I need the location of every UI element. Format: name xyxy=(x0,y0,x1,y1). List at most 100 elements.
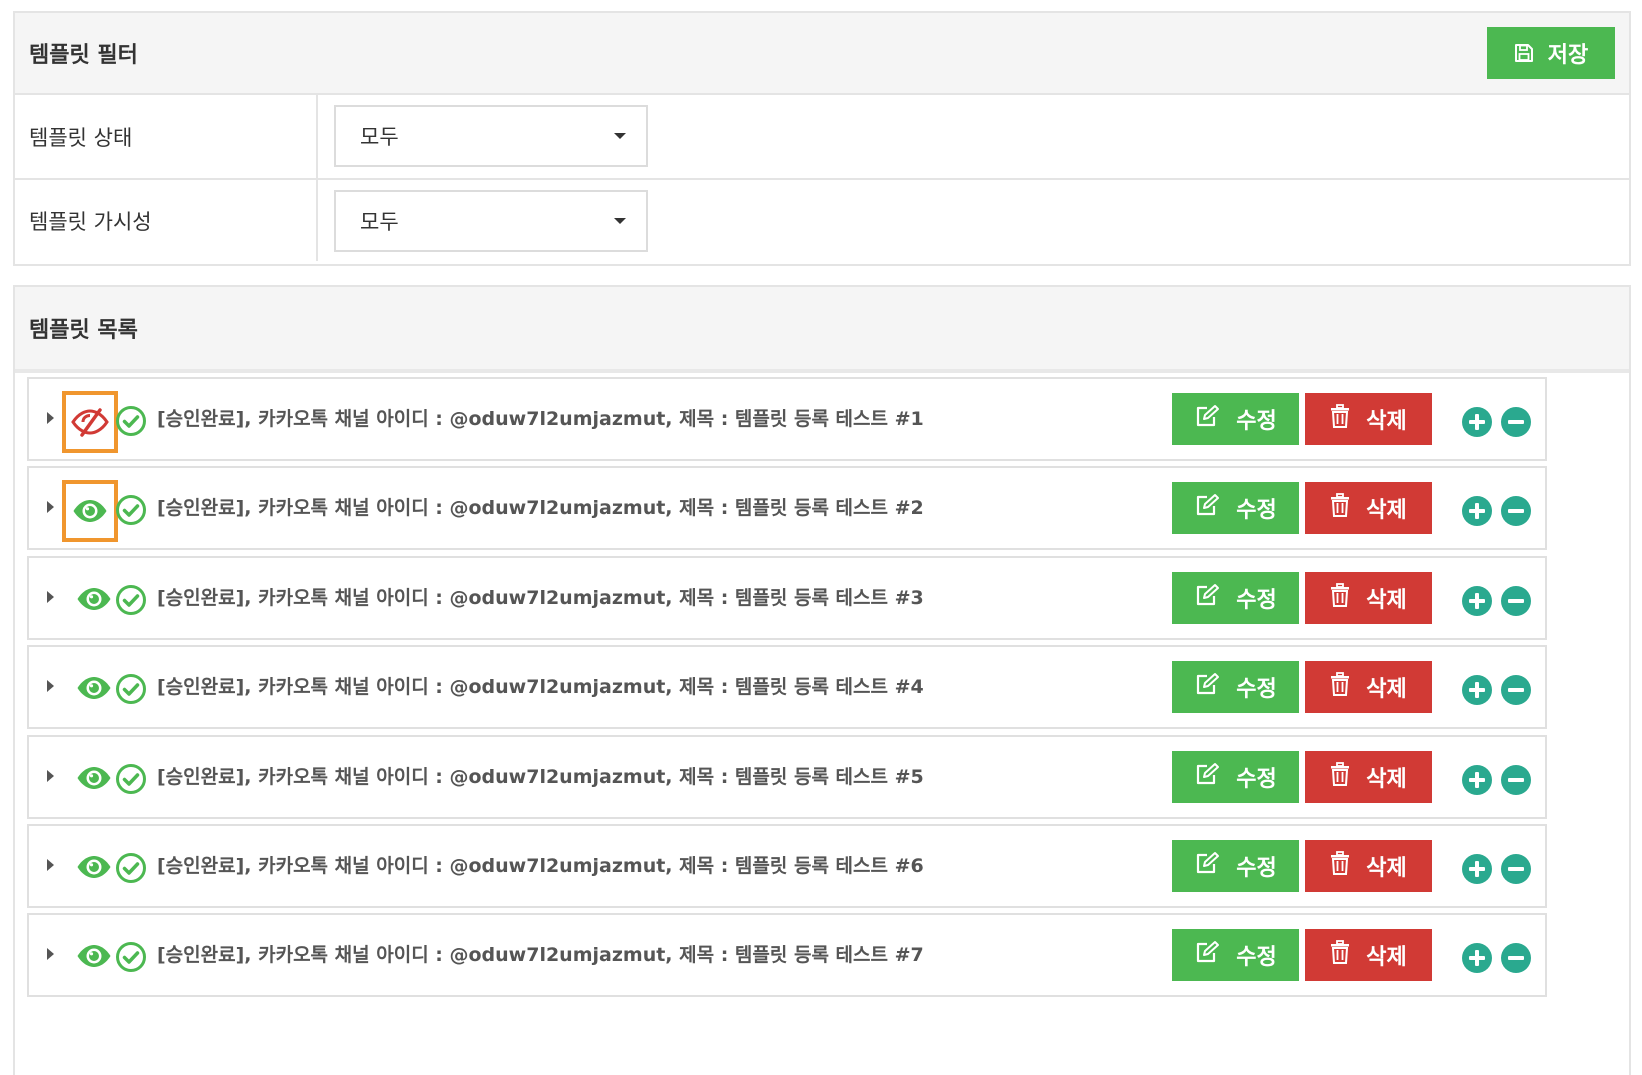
trash-icon xyxy=(1330,940,1350,970)
delete-button-label: 삭제 xyxy=(1366,945,1407,970)
delete-button[interactable]: 삭제 xyxy=(1305,482,1432,534)
plus-circle-icon[interactable] xyxy=(1462,943,1492,973)
filter-row-visibility: 템플릿 가시성 모두 xyxy=(15,178,1629,261)
edit-button[interactable]: 수정 xyxy=(1172,572,1299,624)
eye-icon[interactable] xyxy=(71,580,117,618)
check-circle-icon xyxy=(115,763,147,795)
edit-button[interactable]: 수정 xyxy=(1172,751,1299,803)
edit-button-label: 수정 xyxy=(1236,677,1277,702)
edit-button-label: 수정 xyxy=(1236,409,1277,434)
trash-icon xyxy=(1330,762,1350,792)
edit-button-label: 수정 xyxy=(1236,498,1277,523)
eye-icon[interactable] xyxy=(71,937,117,975)
minus-circle-icon[interactable] xyxy=(1501,496,1531,526)
expand-arrow-icon[interactable] xyxy=(47,412,54,424)
delete-button-label: 삭제 xyxy=(1366,498,1407,523)
trash-icon xyxy=(1330,583,1350,613)
delete-button[interactable]: 삭제 xyxy=(1305,572,1432,624)
trash-icon xyxy=(1330,672,1350,702)
check-circle-icon xyxy=(115,941,147,973)
expand-arrow-icon[interactable] xyxy=(47,948,54,960)
edit-icon xyxy=(1194,583,1220,613)
list-header: 템플릿 목록 xyxy=(15,287,1629,373)
edit-button[interactable]: 수정 xyxy=(1172,840,1299,892)
edit-icon xyxy=(1194,940,1220,970)
delete-button[interactable]: 삭제 xyxy=(1305,393,1432,445)
status-select[interactable]: 모두 xyxy=(334,105,648,167)
template-title: [승인완료], 카카오톡 채널 아이디 : @oduw7l2umjazmut, … xyxy=(157,855,924,877)
minus-circle-icon[interactable] xyxy=(1501,586,1531,616)
expand-arrow-icon[interactable] xyxy=(47,859,54,871)
minus-circle-icon[interactable] xyxy=(1501,407,1531,437)
check-circle-icon xyxy=(115,405,147,437)
edit-button-label: 수정 xyxy=(1236,588,1277,613)
check-circle-icon xyxy=(115,852,147,884)
template-row: [승인완료], 카카오톡 채널 아이디 : @oduw7l2umjazmut, … xyxy=(27,556,1547,640)
delete-button[interactable]: 삭제 xyxy=(1305,840,1432,892)
edit-button[interactable]: 수정 xyxy=(1172,929,1299,981)
eye-slash-icon[interactable] xyxy=(62,391,118,453)
save-button[interactable]: 저장 xyxy=(1487,27,1615,79)
caret-down-icon xyxy=(614,133,626,139)
filter-header: 템플릿 필터 저장 xyxy=(15,13,1629,95)
plus-circle-icon[interactable] xyxy=(1462,675,1492,705)
filter-title: 템플릿 필터 xyxy=(29,43,138,68)
template-title: [승인완료], 카카오톡 채널 아이디 : @oduw7l2umjazmut, … xyxy=(157,497,924,519)
check-circle-icon xyxy=(115,673,147,705)
template-title: [승인완료], 카카오톡 채널 아이디 : @oduw7l2umjazmut, … xyxy=(157,944,924,966)
delete-button[interactable]: 삭제 xyxy=(1305,751,1432,803)
minus-circle-icon[interactable] xyxy=(1501,675,1531,705)
template-title: [승인완료], 카카오톡 채널 아이디 : @oduw7l2umjazmut, … xyxy=(157,766,924,788)
minus-circle-icon[interactable] xyxy=(1501,765,1531,795)
edit-icon xyxy=(1194,762,1220,792)
status-select-value: 모두 xyxy=(360,125,399,149)
edit-button-label: 수정 xyxy=(1236,767,1277,792)
minus-circle-icon[interactable] xyxy=(1501,943,1531,973)
template-row: [승인완료], 카카오톡 채널 아이디 : @oduw7l2umjazmut, … xyxy=(27,645,1547,729)
save-button-label: 저장 xyxy=(1547,43,1589,68)
delete-button-label: 삭제 xyxy=(1366,677,1407,702)
edit-button-label: 수정 xyxy=(1236,856,1277,881)
delete-button-label: 삭제 xyxy=(1366,856,1407,881)
trash-icon xyxy=(1330,851,1350,881)
template-row: [승인완료], 카카오톡 채널 아이디 : @oduw7l2umjazmut, … xyxy=(27,824,1547,908)
expand-arrow-icon[interactable] xyxy=(47,501,54,513)
eye-icon[interactable] xyxy=(71,759,117,797)
filter-label-status: 템플릿 상태 xyxy=(15,95,318,178)
plus-circle-icon[interactable] xyxy=(1462,854,1492,884)
filter-row-status: 템플릿 상태 모두 xyxy=(15,95,1629,178)
plus-circle-icon[interactable] xyxy=(1462,407,1492,437)
template-list-panel: 템플릿 목록 [승인완료], 카카오톡 채널 아이디 : @oduw7l2umj… xyxy=(13,285,1631,1075)
caret-down-icon xyxy=(614,218,626,224)
delete-button[interactable]: 삭제 xyxy=(1305,661,1432,713)
plus-circle-icon[interactable] xyxy=(1462,586,1492,616)
visibility-select-value: 모두 xyxy=(360,210,399,234)
eye-icon[interactable] xyxy=(71,669,117,707)
template-row: [승인완료], 카카오톡 채널 아이디 : @oduw7l2umjazmut, … xyxy=(27,913,1547,997)
eye-icon[interactable] xyxy=(71,848,117,886)
filter-label-visibility: 템플릿 가시성 xyxy=(15,180,318,261)
delete-button[interactable]: 삭제 xyxy=(1305,929,1432,981)
edit-button[interactable]: 수정 xyxy=(1172,482,1299,534)
list-title: 템플릿 목록 xyxy=(29,318,138,343)
expand-arrow-icon[interactable] xyxy=(47,680,54,692)
template-row: [승인완료], 카카오톡 채널 아이디 : @oduw7l2umjazmut, … xyxy=(27,735,1547,819)
delete-button-label: 삭제 xyxy=(1366,588,1407,613)
plus-circle-icon[interactable] xyxy=(1462,765,1492,795)
plus-circle-icon[interactable] xyxy=(1462,496,1492,526)
edit-icon xyxy=(1194,493,1220,523)
template-row: [승인완료], 카카오톡 채널 아이디 : @oduw7l2umjazmut, … xyxy=(27,377,1547,461)
expand-arrow-icon[interactable] xyxy=(47,770,54,782)
minus-circle-icon[interactable] xyxy=(1501,854,1531,884)
edit-button[interactable]: 수정 xyxy=(1172,393,1299,445)
edit-icon xyxy=(1194,851,1220,881)
template-row: [승인완료], 카카오톡 채널 아이디 : @oduw7l2umjazmut, … xyxy=(27,466,1547,550)
expand-arrow-icon[interactable] xyxy=(47,591,54,603)
eye-icon[interactable] xyxy=(62,480,118,542)
template-title: [승인완료], 카카오톡 채널 아이디 : @oduw7l2umjazmut, … xyxy=(157,676,924,698)
visibility-select[interactable]: 모두 xyxy=(334,190,648,252)
edit-button[interactable]: 수정 xyxy=(1172,661,1299,713)
template-title: [승인완료], 카카오톡 채널 아이디 : @oduw7l2umjazmut, … xyxy=(157,408,924,430)
edit-icon xyxy=(1194,672,1220,702)
template-filter-panel: 템플릿 필터 저장 템플릿 상태 모두 템플릿 가시성 모두 xyxy=(13,11,1631,266)
